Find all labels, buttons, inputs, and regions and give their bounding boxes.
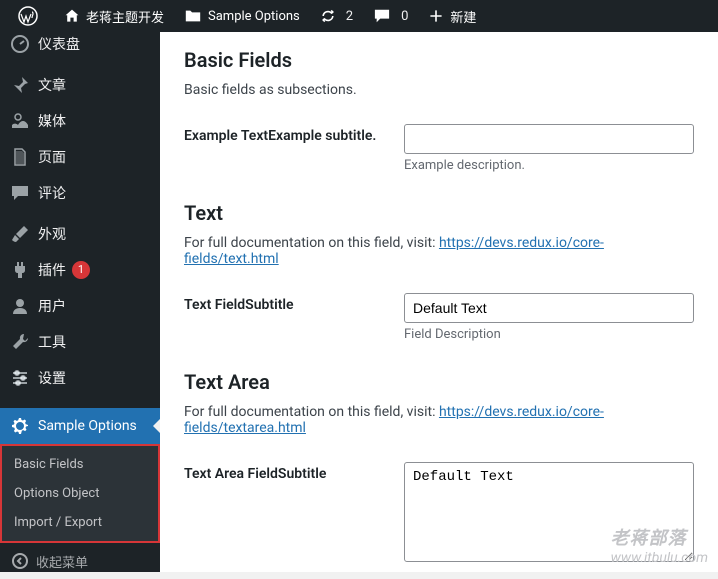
example-text-label: Example TextExample subtitle. — [184, 124, 404, 173]
refresh-icon — [320, 8, 336, 24]
collapse-icon — [10, 551, 30, 571]
watermark: 老蒋部落 www.itbulu.com — [611, 524, 708, 566]
menu-comments[interactable]: 评论 — [0, 175, 160, 211]
text-section-heading: Text — [184, 201, 694, 225]
submenu-sample-options: Basic Fields Options Object Import / Exp… — [0, 444, 160, 543]
menu-tools[interactable]: 工具 — [0, 324, 160, 360]
dashboard-icon — [10, 34, 30, 54]
gear-icon — [10, 416, 30, 436]
plus-icon — [428, 8, 444, 24]
comment-icon — [10, 183, 30, 203]
basic-fields-desc: Basic fields as subsections. — [184, 82, 694, 98]
menu-sample-options[interactable]: Sample Options — [0, 408, 160, 444]
sliders-icon — [10, 368, 30, 388]
adminbar-sample-options[interactable]: Sample Options — [174, 0, 310, 32]
menu-pages[interactable]: 页面 — [0, 139, 160, 175]
media-icon — [10, 111, 30, 131]
comment-icon — [373, 8, 391, 24]
new-content[interactable]: 新建 — [418, 0, 486, 32]
page-icon — [10, 147, 30, 167]
text-section-doc: For full documentation on this field, vi… — [184, 235, 694, 267]
text-field-input[interactable] — [404, 293, 694, 323]
brush-icon — [10, 224, 30, 244]
menu-media[interactable]: 媒体 — [0, 103, 160, 139]
menu-plugins[interactable]: 插件 1 — [0, 252, 160, 288]
updates[interactable]: 2 — [310, 0, 363, 32]
example-text-input[interactable] — [404, 124, 694, 154]
textarea-section-heading: Text Area — [184, 370, 694, 394]
plug-icon — [10, 260, 30, 280]
submenu-import-export[interactable]: Import / Export — [2, 508, 158, 537]
update-badge: 1 — [72, 261, 90, 279]
admin-sidebar: 仪表盘 文章 媒体 页面 评论 外观 插件 1 用户 工具 设置 Samp — [0, 32, 160, 572]
textarea-section-doc: For full documentation on this field, vi… — [184, 404, 694, 436]
textarea-field-label: Text Area FieldSubtitle — [184, 462, 404, 566]
comments[interactable]: 0 — [363, 0, 418, 32]
submenu-options-object[interactable]: Options Object — [2, 479, 158, 508]
menu-appearance[interactable]: 外观 — [0, 216, 160, 252]
collapse-menu[interactable]: 收起菜单 — [0, 543, 160, 579]
user-icon — [10, 296, 30, 316]
home-icon — [64, 8, 80, 24]
menu-settings[interactable]: 设置 — [0, 360, 160, 396]
example-text-help: Example description. — [404, 158, 694, 173]
wordpress-icon — [18, 6, 38, 26]
menu-users[interactable]: 用户 — [0, 288, 160, 324]
wrench-icon — [10, 332, 30, 352]
pin-icon — [10, 75, 30, 95]
menu-posts[interactable]: 文章 — [0, 67, 160, 103]
text-field-label: Text FieldSubtitle — [184, 293, 404, 342]
basic-fields-heading: Basic Fields — [184, 48, 694, 72]
options-panel: Basic Fields Basic fields as subsections… — [160, 32, 718, 572]
folder-icon — [184, 8, 202, 24]
text-field-help: Field Description — [404, 327, 694, 342]
menu-dashboard[interactable]: 仪表盘 — [0, 26, 160, 62]
submenu-basic-fields[interactable]: Basic Fields — [2, 450, 158, 479]
site-title: 老蒋主题开发 — [86, 7, 164, 26]
